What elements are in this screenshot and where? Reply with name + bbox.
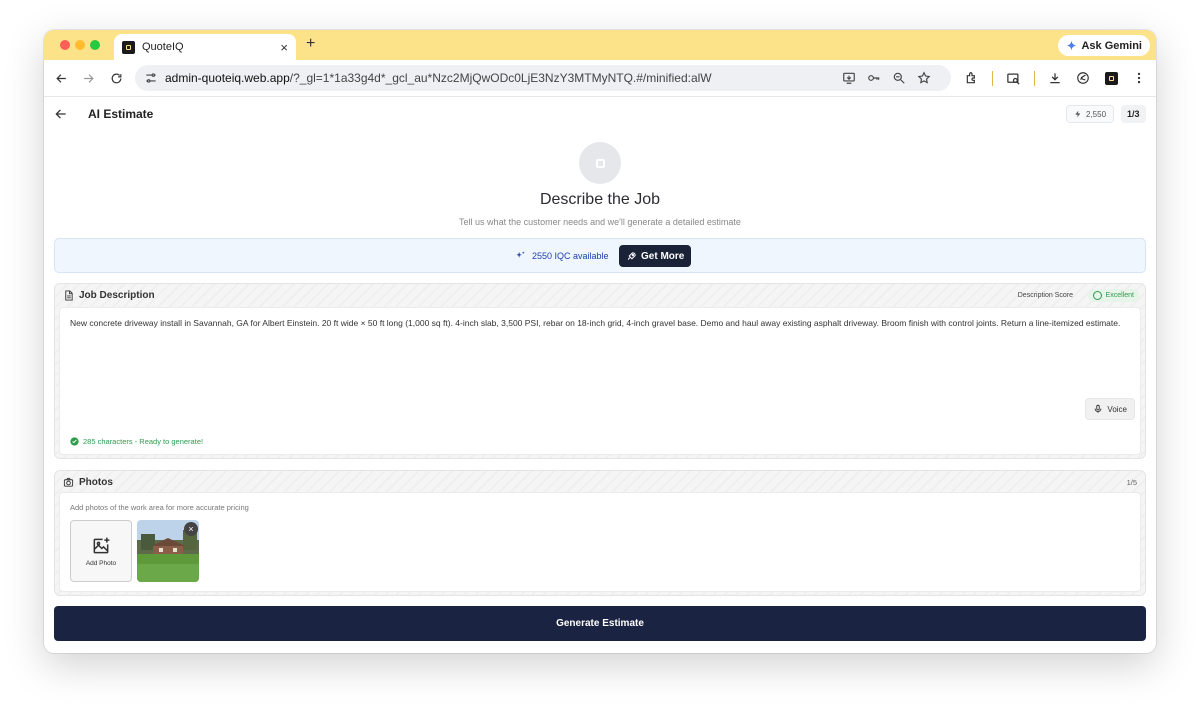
reload-icon[interactable] bbox=[108, 70, 124, 86]
site-settings-icon[interactable] bbox=[144, 71, 158, 85]
add-image-icon bbox=[93, 537, 110, 553]
download-icon[interactable] bbox=[1047, 70, 1063, 86]
photos-title: Photos bbox=[79, 477, 113, 488]
job-description-card: Job Description Description Score Excell… bbox=[54, 283, 1146, 459]
browser-toolbar: admin-quoteiq.web.app/?_gl=1*1a33g4d*_gc… bbox=[44, 60, 1156, 97]
browser-tab-quoteiq[interactable]: QuoteIQ × bbox=[114, 34, 296, 60]
lightning-icon bbox=[1075, 110, 1081, 118]
step-indicator: 1/3 bbox=[1121, 105, 1146, 123]
ask-gemini-button[interactable]: Ask Gemini bbox=[1058, 35, 1150, 56]
toolbar-separator bbox=[992, 71, 993, 86]
job-description-text[interactable]: New concrete driveway install in Savanna… bbox=[70, 318, 1142, 329]
url-path: /?_gl=1*1a33g4d*_gcl_au*Nzc2MjQwODc0LjE3… bbox=[289, 71, 712, 85]
job-description-header: Job Description bbox=[63, 290, 155, 301]
photo-count: 1/5 bbox=[1126, 478, 1137, 487]
microphone-icon bbox=[1095, 404, 1102, 413]
hero-title: Describe the Job bbox=[539, 191, 661, 208]
iqc-available-text: 2550 IQC available bbox=[532, 250, 609, 261]
voice-label: Voice bbox=[1107, 404, 1127, 414]
url-host: admin-quoteiq.web.app bbox=[165, 71, 290, 85]
score-badge: Excellent bbox=[1087, 289, 1139, 302]
tab-strip: QuoteIQ × + Ask Gemini bbox=[44, 30, 1156, 60]
check-circle-icon bbox=[70, 437, 79, 446]
minimize-window-button[interactable] bbox=[75, 40, 85, 50]
tab-close-icon[interactable]: × bbox=[280, 40, 288, 55]
generate-estimate-button[interactable]: Generate Estimate bbox=[54, 606, 1146, 641]
credits-badge[interactable]: 2,550 bbox=[1066, 105, 1115, 123]
voice-button[interactable]: Voice bbox=[1085, 398, 1135, 420]
tab-title: QuoteIQ bbox=[142, 41, 184, 53]
score-value: Excellent bbox=[1105, 292, 1134, 299]
new-tab-button[interactable]: + bbox=[306, 35, 315, 53]
sparkles-icon bbox=[516, 251, 525, 258]
remove-photo-button[interactable]: × bbox=[184, 522, 198, 536]
extensions-icon[interactable] bbox=[964, 70, 980, 86]
install-app-icon[interactable] bbox=[841, 70, 857, 86]
quoteiq-logo-icon bbox=[579, 142, 621, 184]
hero-subtitle: Tell us what the customer needs and we'l… bbox=[459, 217, 741, 227]
zoom-icon[interactable] bbox=[891, 70, 907, 86]
forward-icon[interactable] bbox=[80, 70, 96, 86]
rocket-icon bbox=[627, 251, 636, 260]
photos-hint: Add photos of the work area for more acc… bbox=[70, 503, 249, 512]
get-more-button[interactable]: Get More bbox=[619, 245, 692, 267]
quoteiq-extension-icon[interactable] bbox=[1103, 70, 1119, 86]
toolbar-separator bbox=[1034, 71, 1035, 86]
address-bar[interactable]: admin-quoteiq.web.app/?_gl=1*1a33g4d*_gc… bbox=[135, 65, 951, 91]
job-description-title: Job Description bbox=[79, 290, 155, 301]
get-more-label: Get More bbox=[641, 250, 685, 262]
document-icon bbox=[65, 290, 73, 301]
job-description-textarea[interactable]: New concrete driveway install in Savanna… bbox=[59, 307, 1141, 455]
photos-panel: Add photos of the work area for more acc… bbox=[59, 492, 1141, 592]
back-icon[interactable] bbox=[53, 70, 69, 86]
description-score-label: Description Score bbox=[1017, 292, 1073, 299]
zoom-window-button[interactable] bbox=[90, 40, 100, 50]
close-window-button[interactable] bbox=[60, 40, 70, 50]
quoteiq-favicon-icon bbox=[122, 40, 135, 54]
iqc-banner: 2550 IQC available Get More bbox=[54, 238, 1146, 273]
iqc-available: 2550 IQC available bbox=[515, 250, 609, 261]
performance-icon[interactable] bbox=[1075, 70, 1091, 86]
password-key-icon[interactable] bbox=[866, 70, 882, 86]
score-ring-icon bbox=[1092, 291, 1102, 300]
bookmark-star-icon[interactable] bbox=[916, 70, 932, 86]
add-photo-label: Add Photo bbox=[85, 559, 117, 567]
page-title: AI Estimate bbox=[88, 107, 154, 121]
browser-window: QuoteIQ × + Ask Gemini admin-quoteiq.web… bbox=[44, 30, 1156, 653]
browser-menu-icon[interactable] bbox=[1131, 70, 1147, 86]
photos-card: Photos 1/5 Add photos of the work area f… bbox=[54, 470, 1146, 596]
ready-status: 285 characters - Ready to generate! bbox=[70, 437, 203, 446]
app-header: AI Estimate 2,550 1/3 bbox=[44, 97, 1156, 133]
photos-header: Photos bbox=[63, 477, 113, 488]
add-photo-button[interactable]: Add Photo bbox=[70, 520, 132, 582]
url-text: admin-quoteiq.web.app/?_gl=1*1a33g4d*_gc… bbox=[165, 71, 712, 85]
credits-value: 2,550 bbox=[1086, 109, 1107, 119]
camera-icon bbox=[63, 477, 74, 487]
gemini-sparkle-icon bbox=[1066, 40, 1078, 51]
ask-gemini-label: Ask Gemini bbox=[1081, 39, 1142, 52]
tab-search-icon[interactable] bbox=[1005, 70, 1021, 86]
back-arrow-icon[interactable] bbox=[54, 107, 68, 121]
ready-status-text: 285 characters - Ready to generate! bbox=[83, 437, 204, 446]
